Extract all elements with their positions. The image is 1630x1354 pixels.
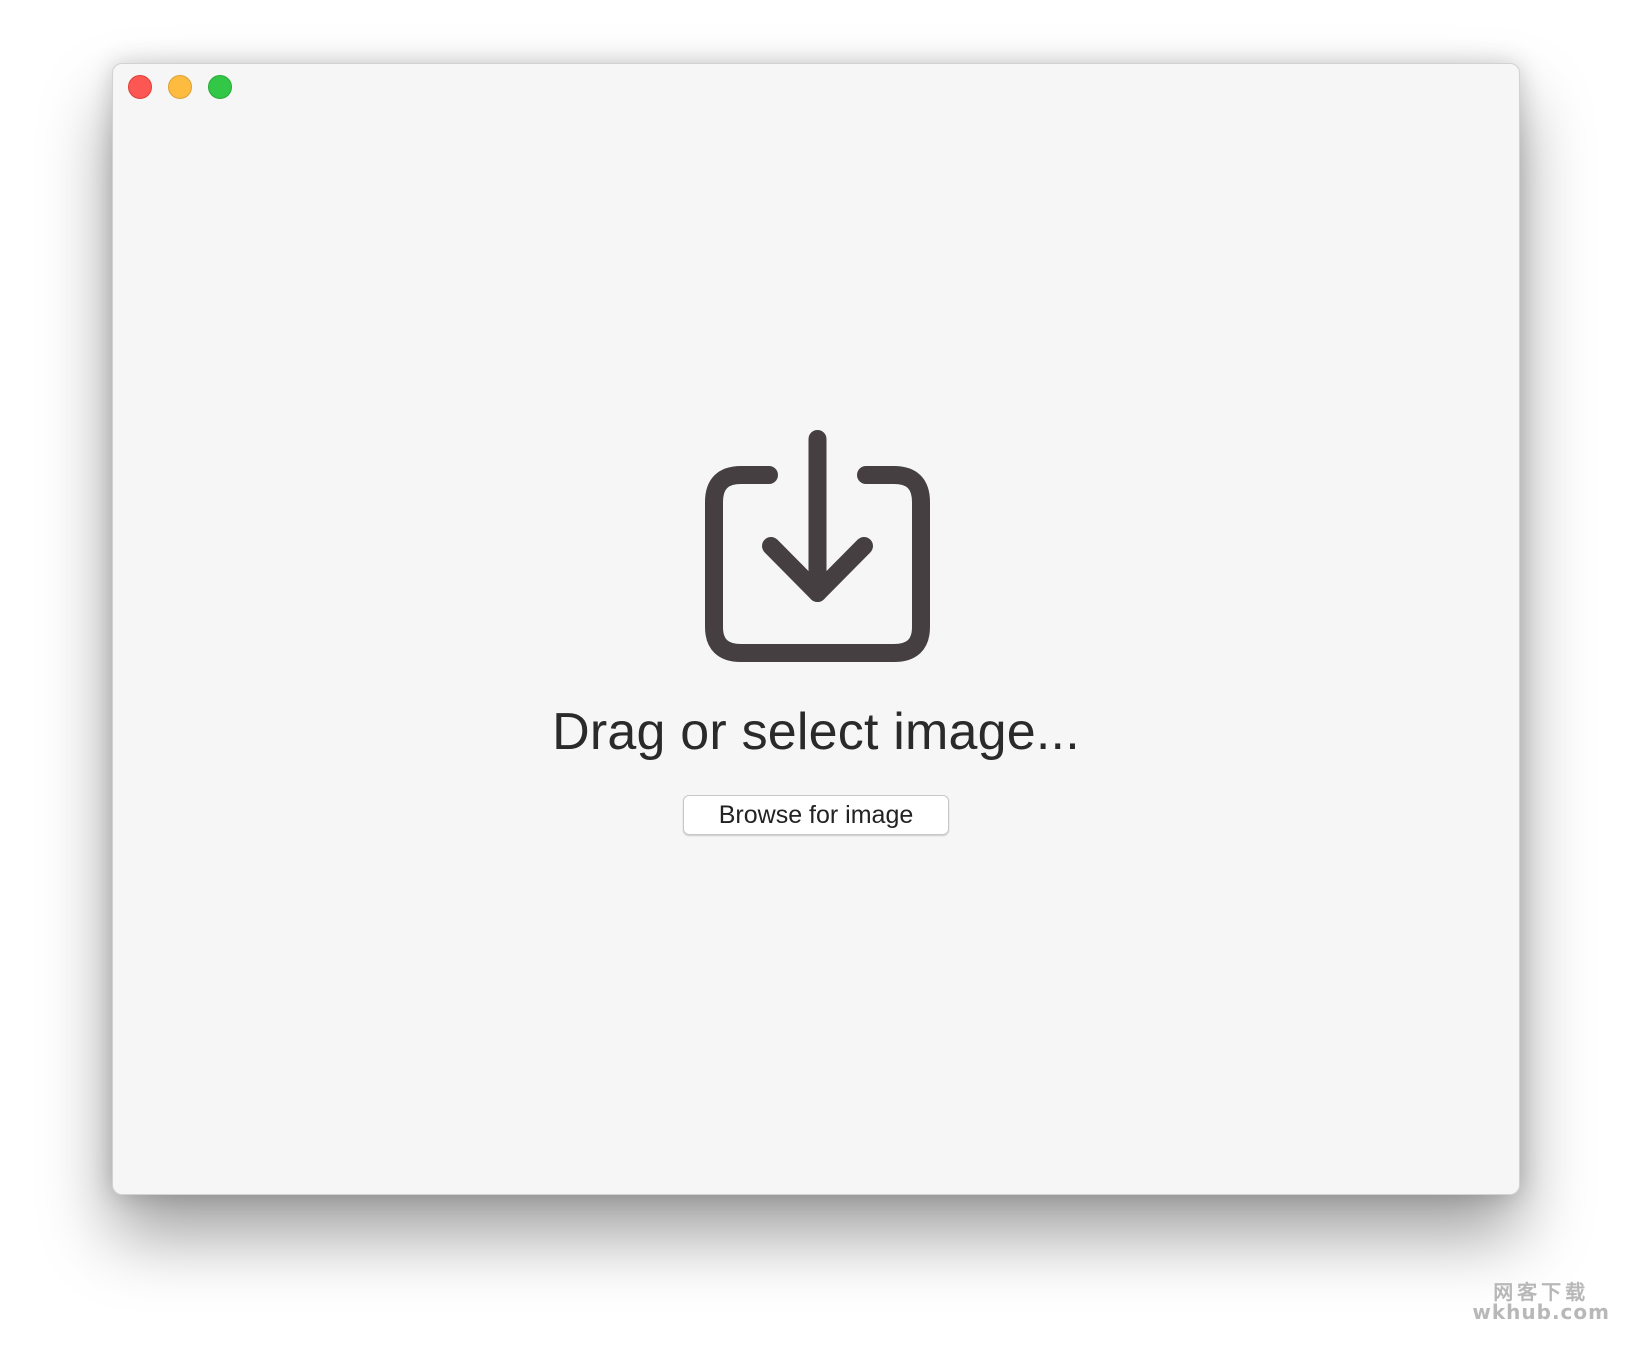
watermark: 网客下载 wkhub.com [1472,1282,1610,1322]
watermark-line-2: wkhub.com [1472,1300,1610,1324]
browse-for-image-button[interactable]: Browse for image [683,795,949,835]
app-window: Drag or select image... Browse for image [112,63,1520,1195]
import-download-icon [705,430,930,662]
drop-zone-heading: Drag or select image... [552,703,1080,761]
drop-zone[interactable]: Drag or select image... Browse for image [113,64,1519,1194]
watermark-line-1: 网客下载 [1493,1280,1590,1304]
